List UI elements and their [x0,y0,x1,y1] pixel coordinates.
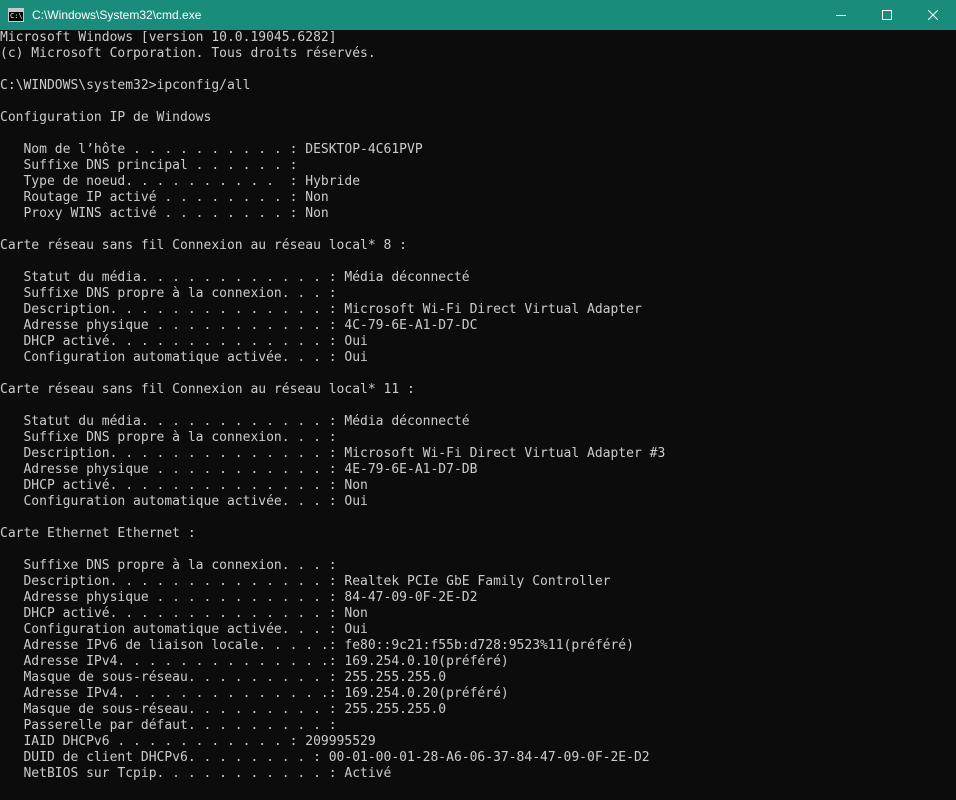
console-line: (c) Microsoft Corporation. Tous droits r… [0,46,376,61]
cmd-icon[interactable]: C:\ [8,8,24,22]
console-line: Adresse physique . . . . . . . . . . . :… [0,462,478,477]
console-line: Suffixe DNS propre à la connexion. . . : [0,430,337,445]
console-line: Microsoft Windows [version 10.0.19045.62… [0,30,337,45]
console-line: Adresse IPv4. . . . . . . . . . . . . .:… [0,686,509,701]
console-line: Configuration automatique activée. . . :… [0,622,368,637]
console-line: DHCP activé. . . . . . . . . . . . . . :… [0,606,368,621]
console-line: C:\WINDOWS\system32>ipconfig/all [0,78,251,93]
console-line: Masque de sous-réseau. . . . . . . . . :… [0,670,447,685]
console-line: Configuration automatique activée. . . :… [0,350,368,365]
console-line: Passerelle par défaut. . . . . . . . . : [0,718,337,733]
console-line: Adresse physique . . . . . . . . . . . :… [0,590,478,605]
console-line: Carte réseau sans fil Connexion au résea… [0,382,415,397]
console-line: DHCP activé. . . . . . . . . . . . . . :… [0,478,368,493]
console-line: Masque de sous-réseau. . . . . . . . . :… [0,702,447,717]
console-line: Configuration IP de Windows [0,110,212,125]
console-line: DHCP activé. . . . . . . . . . . . . . :… [0,334,368,349]
window-title: C:\Windows\System32\cmd.exe [32,8,202,22]
console-line: NetBIOS sur Tcpip. . . . . . . . . . . :… [0,766,392,781]
console-line: Description. . . . . . . . . . . . . . :… [0,446,666,461]
maximize-icon [882,10,892,20]
console-line: Carte Ethernet Ethernet : [0,526,196,541]
console-line: Suffixe DNS propre à la connexion. . . : [0,558,337,573]
console-line: Suffixe DNS principal . . . . . . : [0,158,298,173]
console-line: Description. . . . . . . . . . . . . . :… [0,302,642,317]
console-line: Statut du média. . . . . . . . . . . . :… [0,270,470,285]
window-controls [818,0,956,30]
minimize-button[interactable] [818,0,864,30]
maximize-button[interactable] [864,0,910,30]
console-line: Type de noeud. . . . . . . . . . : Hybri… [0,174,361,189]
cmd-icon-text: C:\ [10,12,23,20]
console-line: DUID de client DHCPv6. . . . . . . . : 0… [0,750,650,765]
close-button[interactable] [910,0,956,30]
console-line: Nom de l’hôte . . . . . . . . . . : DESK… [0,142,423,157]
console-line: Suffixe DNS propre à la connexion. . . : [0,286,337,301]
cmd-window: C:\ C:\Windows\System32\cmd.exe Microsof… [0,0,956,800]
console-line: Description. . . . . . . . . . . . . . :… [0,574,611,589]
console-line: Adresse IPv4. . . . . . . . . . . . . .:… [0,654,509,669]
console-line: Configuration automatique activée. . . :… [0,494,368,509]
console-line: Adresse IPv6 de liaison locale. . . . .:… [0,638,634,653]
console-output[interactable]: Microsoft Windows [version 10.0.19045.62… [0,30,956,800]
console-line: Proxy WINS activé . . . . . . . . : Non [0,206,329,221]
close-icon [928,10,938,20]
title-bar[interactable]: C:\ C:\Windows\System32\cmd.exe [0,0,956,30]
console-line: Adresse physique . . . . . . . . . . . :… [0,318,478,333]
console-line: Routage IP activé . . . . . . . . : Non [0,190,329,205]
console-line: IAID DHCPv6 . . . . . . . . . . . : 2099… [0,734,376,749]
minimize-icon [836,15,846,16]
console-line: Carte réseau sans fil Connexion au résea… [0,238,407,253]
console-line: Statut du média. . . . . . . . . . . . :… [0,414,470,429]
